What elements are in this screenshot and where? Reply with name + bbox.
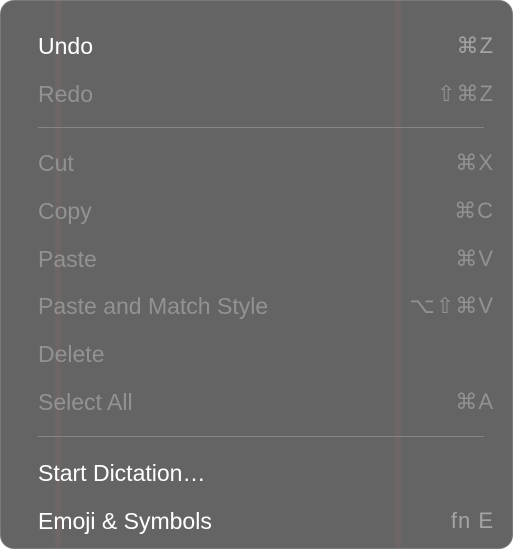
keyboard-shortcut: ⇧⌘Z [437, 81, 494, 106]
menu-item-emoji-and-symbols[interactable]: Emoji & Symbols fn E [19, 499, 494, 543]
menu-item-paste[interactable]: Paste ⌘V [19, 237, 494, 281]
keyboard-shortcut: ⌘X [455, 150, 494, 175]
menu-separator [38, 436, 484, 437]
keyboard-shortcut: ⌘V [455, 246, 494, 271]
menu-item-label: Emoji & Symbols [38, 508, 212, 534]
menu-item-label: Paste [38, 246, 97, 272]
menu-item-label: Paste and Match Style [38, 293, 269, 319]
menu-item-label: Start Dictation… [38, 460, 206, 486]
menu-item-label: Undo [38, 33, 93, 59]
menu-item-cut[interactable]: Cut ⌘X [19, 141, 494, 185]
menu-item-label: Cut [38, 150, 74, 176]
menu-item-label: Delete [38, 341, 105, 367]
menu-item-paste-and-match-style[interactable]: Paste and Match Style ⌥⇧⌘V [19, 284, 494, 328]
menu-item-label: Redo [38, 81, 93, 107]
keyboard-shortcut: ⌘C [454, 198, 494, 223]
keyboard-shortcut: ⌘A [455, 389, 494, 414]
menu-item-redo[interactable]: Redo ⇧⌘Z [19, 72, 494, 116]
menu-item-select-all[interactable]: Select All ⌘A [19, 380, 494, 424]
menu-item-label: Select All [38, 389, 133, 415]
menu-item-start-dictation[interactable]: Start Dictation… [19, 451, 494, 495]
keyboard-shortcut: fn E [450, 508, 494, 533]
menu-item-delete[interactable]: Delete [19, 332, 494, 376]
context-menu: Undo ⌘Z Redo ⇧⌘Z Cut ⌘X Copy ⌘C Paste ⌘V… [0, 0, 513, 549]
menu-separator [38, 127, 484, 128]
keyboard-shortcut: ⌘Z [456, 33, 494, 58]
menu-item-copy[interactable]: Copy ⌘C [19, 189, 494, 233]
keyboard-shortcut: ⌥⇧⌘V [409, 293, 494, 318]
menu-item-label: Copy [38, 198, 92, 224]
menu-item-undo[interactable]: Undo ⌘Z [19, 24, 494, 68]
